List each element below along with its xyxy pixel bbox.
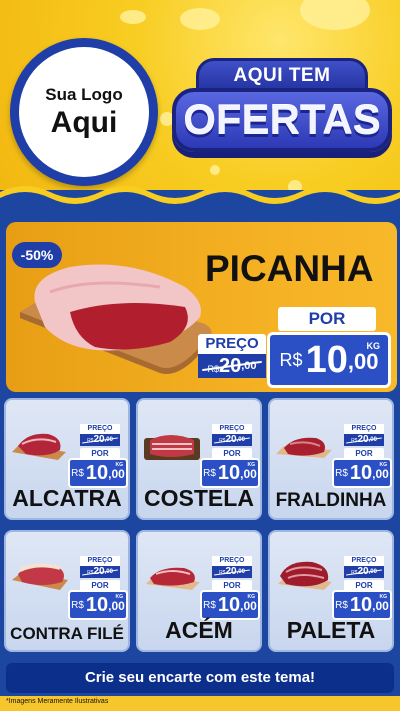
old-price: PREÇOR$20,00 <box>344 556 384 578</box>
preco-label: PREÇO <box>344 424 384 434</box>
preco-label: PREÇO <box>198 334 266 354</box>
unit-label: KG <box>115 462 124 468</box>
new-price-dec: ,00 <box>108 467 125 481</box>
new-price: R$ 10,00 KG <box>332 590 392 620</box>
unit-label: KG <box>115 594 124 600</box>
new-price-currency: R$ <box>203 467 216 479</box>
offers-banner: AQUI TEM OFERTAS <box>172 58 392 166</box>
old-price-value: R$20,00 <box>344 434 384 446</box>
preco-label: PREÇO <box>80 424 120 434</box>
new-price-dec: ,00 <box>347 349 379 374</box>
new-price-currency: R$ <box>335 467 348 479</box>
bubble-decoration <box>120 10 146 24</box>
create-flyer-button[interactable]: Crie seu encarte com este tema! <box>6 663 394 693</box>
new-price-int: 10 <box>217 461 241 484</box>
new-price-dec: ,00 <box>108 599 125 613</box>
product-image <box>278 561 332 590</box>
unit-label: KG <box>366 341 381 351</box>
new-price-currency: R$ <box>335 599 348 611</box>
disclaimer-text: *Imagens Meramente Ilustrativas <box>6 698 109 705</box>
new-price-dec: ,00 <box>240 599 257 613</box>
new-price-currency: R$ <box>71 467 84 479</box>
old-price-value: R$20,00 <box>80 434 120 446</box>
product-image <box>146 567 200 590</box>
product-card[interactable]: PREÇOR$20,00PORR$10,00KGCONTRA FILÉ <box>4 530 130 652</box>
old-price: PREÇOR$20,00 <box>80 424 120 446</box>
featured-new-price: R$ 10,00 KG <box>267 332 391 388</box>
product-card[interactable]: PREÇOR$20,00PORR$10,00KGACÉM <box>136 530 262 652</box>
unit-label: KG <box>247 462 256 468</box>
logo-line-1: Sua Logo <box>45 85 123 104</box>
old-price: PREÇOR$20,00 <box>212 424 252 446</box>
new-price-int: 10 <box>217 593 241 616</box>
old-price-value: R$20,00 <box>212 434 252 446</box>
new-price-dec: ,00 <box>240 467 257 481</box>
old-price-value: R$20,00 <box>80 566 120 578</box>
logo-line-2: Aqui <box>50 106 118 139</box>
product-card[interactable]: PREÇOR$20,00PORR$10,00KGFRALDINHA <box>268 398 394 520</box>
banner-main-text: OFERTAS <box>172 88 392 152</box>
product-card[interactable]: PREÇOR$20,00PORR$10,00KGALCATRA <box>4 398 130 520</box>
old-price-value: R$20,00 <box>212 566 252 578</box>
old-price: PREÇOR$20,00 <box>80 556 120 578</box>
product-name: ACÉM <box>165 617 233 643</box>
new-price: R$ 10,00 KG <box>68 590 128 620</box>
product-card[interactable]: PREÇOR$20,00PORR$10,00KGPALETA <box>268 530 394 652</box>
preco-label: PREÇO <box>212 556 252 566</box>
new-price: R$ 10,00 KG <box>200 458 260 488</box>
new-price-currency: R$ <box>279 349 303 370</box>
wave-divider <box>0 186 400 208</box>
old-price-value: R$20,00 <box>198 354 266 378</box>
discount-badge: -50% <box>12 242 62 268</box>
unit-label: KG <box>247 594 256 600</box>
new-price-currency: R$ <box>71 599 84 611</box>
product-image <box>276 437 332 458</box>
bubble-decoration <box>300 0 370 30</box>
product-image <box>144 435 200 460</box>
product-name: FRALDINHA <box>275 490 387 511</box>
preco-label: PREÇO <box>344 556 384 566</box>
preco-label: PREÇO <box>212 424 252 434</box>
unit-label: KG <box>379 462 388 468</box>
new-price-currency: R$ <box>203 599 216 611</box>
new-price: R$ 10,00 KG <box>68 458 128 488</box>
old-price: PREÇOR$20,00 <box>344 424 384 446</box>
new-price-dec: ,00 <box>372 467 389 481</box>
store-logo-placeholder: Sua Logo Aqui <box>10 38 158 186</box>
new-price-int: 10 <box>349 593 373 616</box>
product-name: COSTELA <box>144 485 254 511</box>
new-price-int: 10 <box>305 338 348 381</box>
new-price-int: 10 <box>349 461 373 484</box>
product-name: ALCATRA <box>12 485 122 511</box>
new-price-dec: ,00 <box>372 599 389 613</box>
old-price-value: R$20,00 <box>344 566 384 578</box>
featured-product-name: PICANHA <box>205 248 374 289</box>
preco-label: PREÇO <box>80 556 120 566</box>
new-price-int: 10 <box>85 593 109 616</box>
new-price: R$ 10,00 KG <box>200 590 260 620</box>
featured-old-price: PREÇO R$20,00 <box>198 334 266 382</box>
product-name: PALETA <box>286 617 376 643</box>
unit-label: KG <box>379 594 388 600</box>
old-price: PREÇOR$20,00 <box>212 556 252 578</box>
por-label: POR <box>278 307 376 331</box>
product-image <box>12 433 66 460</box>
new-price: R$ 10,00 KG <box>332 458 392 488</box>
product-card[interactable]: PREÇOR$20,00PORR$10,00KGCOSTELA <box>136 398 262 520</box>
new-price-int: 10 <box>85 461 109 484</box>
product-image <box>12 563 68 590</box>
product-name: CONTRA FILÉ <box>10 624 124 643</box>
bubble-decoration <box>180 8 220 30</box>
bubble-decoration <box>210 165 220 175</box>
